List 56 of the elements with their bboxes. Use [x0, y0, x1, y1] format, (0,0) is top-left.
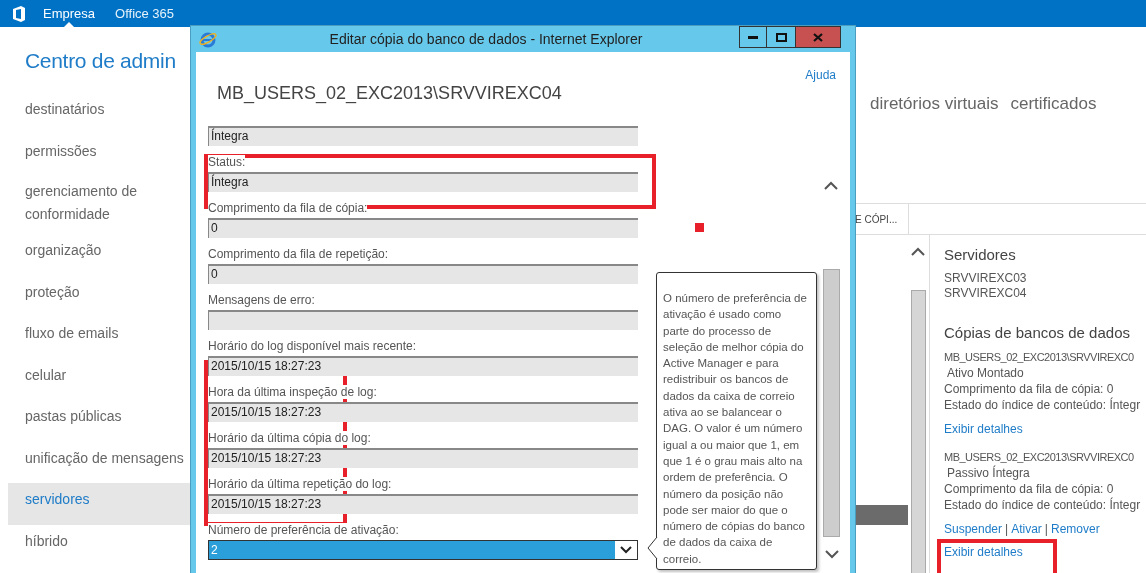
link-separator: |: [1044, 521, 1048, 537]
page-title: Centro de admin: [24, 48, 177, 74]
sidebar-item[interactable]: fluxo de emails: [8, 317, 190, 359]
copy-detail: Comprimento da fila de cópia: 0: [944, 481, 1115, 497]
copy-detail: Comprimento da fila de cópia: 0: [944, 381, 1115, 397]
copy-name: MB_USERS_02_EXC2013\SRVVIREXC0: [944, 350, 1134, 365]
sidebar-item[interactable]: permissões: [8, 134, 190, 176]
nav-tab[interactable]: diretórios virtuais: [870, 91, 999, 121]
readonly-field[interactable]: 2015/10/15 18:27:23: [208, 494, 638, 514]
sidebar-item[interactable]: servidores: [8, 483, 190, 525]
sidebar-item[interactable]: organização: [8, 234, 190, 276]
section-heading: Cópias de bancos de dados: [944, 323, 1131, 343]
readonly-field[interactable]: 2015/10/15 18:27:23: [208, 356, 638, 376]
server-name: SRVVIREXC04: [944, 286, 1028, 301]
sidebar-item[interactable]: pastas públicas: [8, 400, 190, 442]
field-label: Horário do log disponível mais recente:: [208, 339, 417, 353]
action-link[interactable]: Ativar: [1011, 521, 1042, 537]
field-label: Número de preferência de ativação:: [208, 523, 399, 537]
sidebar-item[interactable]: unificação de mensagens: [8, 441, 190, 483]
field-label: Horário da última repetição do log:: [208, 477, 392, 491]
copy-status: Ativo Montado: [946, 365, 1025, 381]
top-bar-link[interactable]: Empresa: [40, 0, 99, 27]
action-link[interactable]: Suspender: [944, 521, 1003, 537]
readonly-field[interactable]: Íntegra: [208, 126, 638, 146]
section-heading: Servidores: [944, 245, 1017, 265]
help-link[interactable]: Ajuda: [805, 66, 836, 84]
readonly-field[interactable]: Íntegra: [208, 172, 638, 192]
field-label: Mensagens de erro:: [208, 293, 315, 307]
copy-status: Passivo Íntegra: [946, 465, 1031, 481]
link-separator: |: [1005, 521, 1009, 537]
action-link[interactable]: Remover: [1051, 521, 1100, 537]
readonly-field[interactable]: 0: [208, 264, 638, 284]
nav-tab[interactable]: certificados: [1010, 91, 1097, 121]
field-label: Comprimento da fila de repetição:: [208, 247, 389, 261]
dialog-heading: MB_USERS_02_EXC2013\SRVVIREXC04: [217, 82, 563, 104]
sidebar-item[interactable]: híbrido: [8, 524, 190, 566]
copy-name: MB_USERS_02_EXC2013\SRVVIREXC0: [944, 450, 1134, 465]
sidebar-item[interactable]: gerenciamento de conformidade: [8, 176, 190, 234]
readonly-field[interactable]: 2015/10/15 18:27:23: [208, 402, 638, 422]
sidebar-item[interactable]: proteção: [8, 275, 190, 317]
field-label: Status:: [208, 155, 246, 169]
details-link[interactable]: Exibir detalhes: [944, 421, 1023, 437]
details-link[interactable]: Exibir detalhes: [944, 544, 1023, 560]
readonly-field[interactable]: 2015/10/15 18:27:23: [208, 448, 638, 468]
sidebar-item[interactable]: destinatários: [8, 93, 190, 135]
window-title: Editar cópia do banco de dados - Internet Explorer: [328, 29, 644, 49]
field-label: Hora da última inspeção de log:: [208, 385, 377, 399]
field-label: Comprimento da fila de cópia:: [208, 201, 368, 215]
field-label: Horário da última cópia do log:: [208, 431, 371, 445]
copy-detail: Estado do índice de conteúdo: Íntegr: [944, 397, 1141, 413]
server-name: SRVVIREXC03: [944, 271, 1028, 286]
top-bar-link[interactable]: Office 365: [112, 0, 178, 27]
help-tooltip: O número de preferência de ativação é usado como parte do processo de seleção de melhor cópia do Active Manager e para redistribuir os bancos de dados da caixa de correio ativa ao se balancear o DAG. O valor é um número igual a ou maior que 1, em que 1 é o grau mais alto na ordem de preferência. O número da posição não pode ser maior do que o número de cópias do banco de dados da caixa de correio.: [656, 272, 817, 570]
readonly-field[interactable]: 0: [208, 218, 638, 238]
copy-detail: Estado do índice de conteúdo: Íntegr: [944, 497, 1141, 513]
sidebar-item[interactable]: celular: [8, 358, 190, 400]
